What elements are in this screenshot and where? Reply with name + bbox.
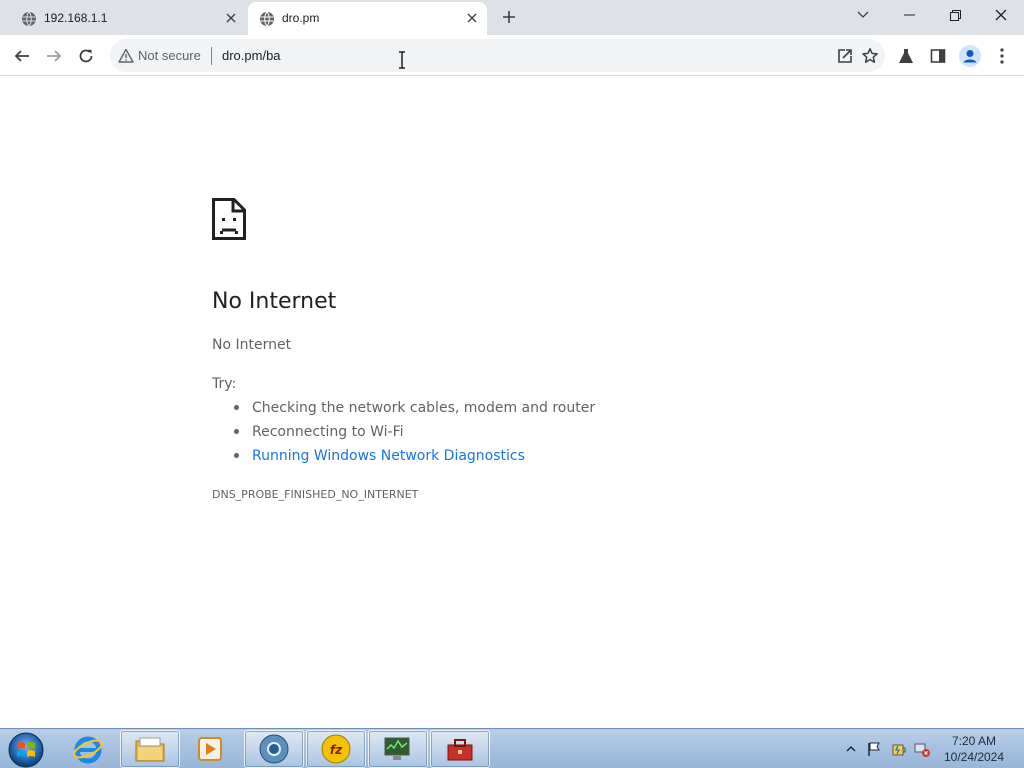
side-panel-button[interactable] xyxy=(924,42,952,70)
reload-icon xyxy=(79,49,93,63)
minimize-icon xyxy=(903,14,915,16)
taskbar-network-monitor[interactable] xyxy=(368,730,428,768)
svg-text:fz: fz xyxy=(330,743,343,757)
chrome-icon xyxy=(259,734,289,764)
back-arrow-icon xyxy=(14,50,29,62)
close-window-button[interactable] xyxy=(987,3,1015,27)
suggestions-list: Checking the network cables, modem and r… xyxy=(232,399,595,471)
tab-192-168-1-1[interactable]: 192.168.1.1 xyxy=(8,2,246,35)
action-center-flag-icon[interactable] xyxy=(866,741,882,757)
clock-date: 10/24/2024 xyxy=(943,750,1005,764)
url-text[interactable]: dro.pm/ba xyxy=(222,48,281,63)
error-title: No Internet xyxy=(212,289,337,314)
tab-title: 192.168.1.1 xyxy=(44,11,108,25)
taskbar-media-player[interactable] xyxy=(180,730,240,768)
network-monitor-icon xyxy=(384,737,410,760)
sad-page-icon xyxy=(212,198,246,240)
restore-icon xyxy=(949,9,961,21)
profile-button[interactable] xyxy=(956,42,984,70)
show-hidden-icons-chevron-icon[interactable] xyxy=(843,741,859,757)
plus-icon xyxy=(503,11,515,23)
clock-time: 7:20 AM xyxy=(951,734,997,748)
error-code: DNS_PROBE_FINISHED_NO_INTERNET xyxy=(212,488,419,501)
error-subtitle: No Internet xyxy=(212,337,292,353)
address-bar[interactable]: Not secure dro.pm/ba xyxy=(110,39,885,72)
browser-toolbar: Not secure dro.pm/ba xyxy=(0,35,1024,76)
taskbar-filezilla[interactable]: fz xyxy=(306,730,366,768)
system-clock[interactable]: 7:20 AM 10/24/2024 xyxy=(940,733,1008,765)
taskbar-toolbox[interactable] xyxy=(430,730,490,768)
tab-close-icon[interactable] xyxy=(222,9,240,27)
close-window-icon xyxy=(995,9,1007,21)
tab-title: dro.pm xyxy=(282,11,320,25)
suggestion-item: Checking the network cables, modem and r… xyxy=(232,399,595,423)
internet-explorer-icon xyxy=(73,736,103,764)
new-tab-button[interactable] xyxy=(498,6,520,28)
taskbar-chrome[interactable] xyxy=(244,730,304,768)
toolbox-icon xyxy=(447,739,473,761)
forward-arrow-icon xyxy=(47,50,62,62)
taskbar: fz 7:20 AM 10/24/2024 xyxy=(0,728,1024,768)
windows-start-orb-icon[interactable] xyxy=(6,731,46,768)
restore-button[interactable] xyxy=(941,3,969,27)
media-player-icon xyxy=(198,737,222,761)
side-panel-icon xyxy=(930,49,946,63)
text-cursor-icon xyxy=(399,51,405,69)
extensions-flask-icon xyxy=(899,49,913,63)
globe-icon xyxy=(260,11,274,27)
network-disconnected-icon[interactable] xyxy=(914,741,930,757)
taskbar-ie[interactable] xyxy=(58,730,118,768)
tab-search-chevron-icon xyxy=(857,11,869,18)
tab-dro-pm[interactable]: dro.pm xyxy=(248,2,487,35)
file-explorer-icon xyxy=(135,737,165,762)
minimize-button[interactable] xyxy=(895,3,923,27)
tab-search-button[interactable] xyxy=(849,3,877,27)
forward-button[interactable] xyxy=(40,42,68,70)
suggestion-item: Reconnecting to Wi-Fi xyxy=(232,423,595,447)
back-button[interactable] xyxy=(8,42,36,70)
power-icon[interactable] xyxy=(891,741,907,757)
filezilla-icon: fz xyxy=(321,734,351,764)
taskbar-file-explorer[interactable] xyxy=(120,730,180,768)
globe-icon xyxy=(22,11,36,27)
extensions-button[interactable] xyxy=(892,42,920,70)
menu-kebab-icon xyxy=(1000,48,1004,64)
profile-icon xyxy=(959,45,981,67)
network-diagnostics-link[interactable]: Running Windows Network Diagnostics xyxy=(232,447,595,471)
omnibox-divider xyxy=(211,47,212,65)
tab-close-icon[interactable] xyxy=(463,9,481,27)
share-icon[interactable] xyxy=(836,47,854,65)
menu-button[interactable] xyxy=(988,42,1016,70)
try-label: Try: xyxy=(212,376,237,392)
reload-button[interactable] xyxy=(72,42,100,70)
tab-strip: 192.168.1.1 dro.pm xyxy=(0,0,1024,35)
security-label[interactable]: Not secure xyxy=(138,48,201,63)
warning-triangle-icon[interactable] xyxy=(118,48,134,64)
bookmark-star-icon[interactable] xyxy=(861,47,879,65)
